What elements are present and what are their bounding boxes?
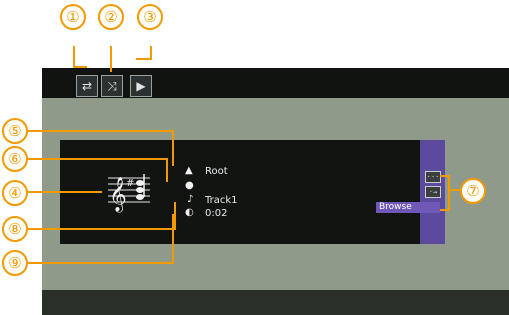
folder-name: Root [205,166,228,177]
callout-4: ④ [2,180,28,206]
disc-icon: ● [185,180,194,191]
play-icon: ▶ [136,79,146,93]
elapsed-time: 0:02 [205,208,228,219]
scroll-up-button[interactable]: ··· [425,171,441,183]
scroll-down-button[interactable]: ·→ [425,186,441,198]
callout-3: ③ [137,4,163,30]
music-staff-icon: 𝄞 # [104,166,158,214]
repeat-icon: ⇄ [81,79,93,93]
callout-2: ② [98,4,124,30]
browse-label: Browse [379,202,412,212]
svg-text:#: # [126,178,134,189]
callout-1: ① [60,4,86,30]
track-name: Track1 [205,195,238,206]
callout-8: ⑧ [2,216,28,242]
callout-7: ⑦ [460,178,486,204]
callout-6: ⑥ [2,146,28,172]
folder-icon: ▲ [185,165,193,176]
svg-text:𝄞: 𝄞 [109,177,127,213]
repeat-button[interactable]: ⇄ [76,75,98,97]
shuffle-button[interactable]: ⤨ [101,75,123,97]
play-button[interactable]: ▶ [130,75,152,97]
shuffle-icon: ⤨ [107,79,117,93]
callout-9: ⑨ [2,250,28,276]
bottom-bar [42,290,509,315]
callout-5: ⑤ [2,118,28,144]
music-note-icon: ♪ [187,194,194,205]
browse-button[interactable]: Browse [376,202,440,213]
clock-icon: ◐ [185,207,194,218]
